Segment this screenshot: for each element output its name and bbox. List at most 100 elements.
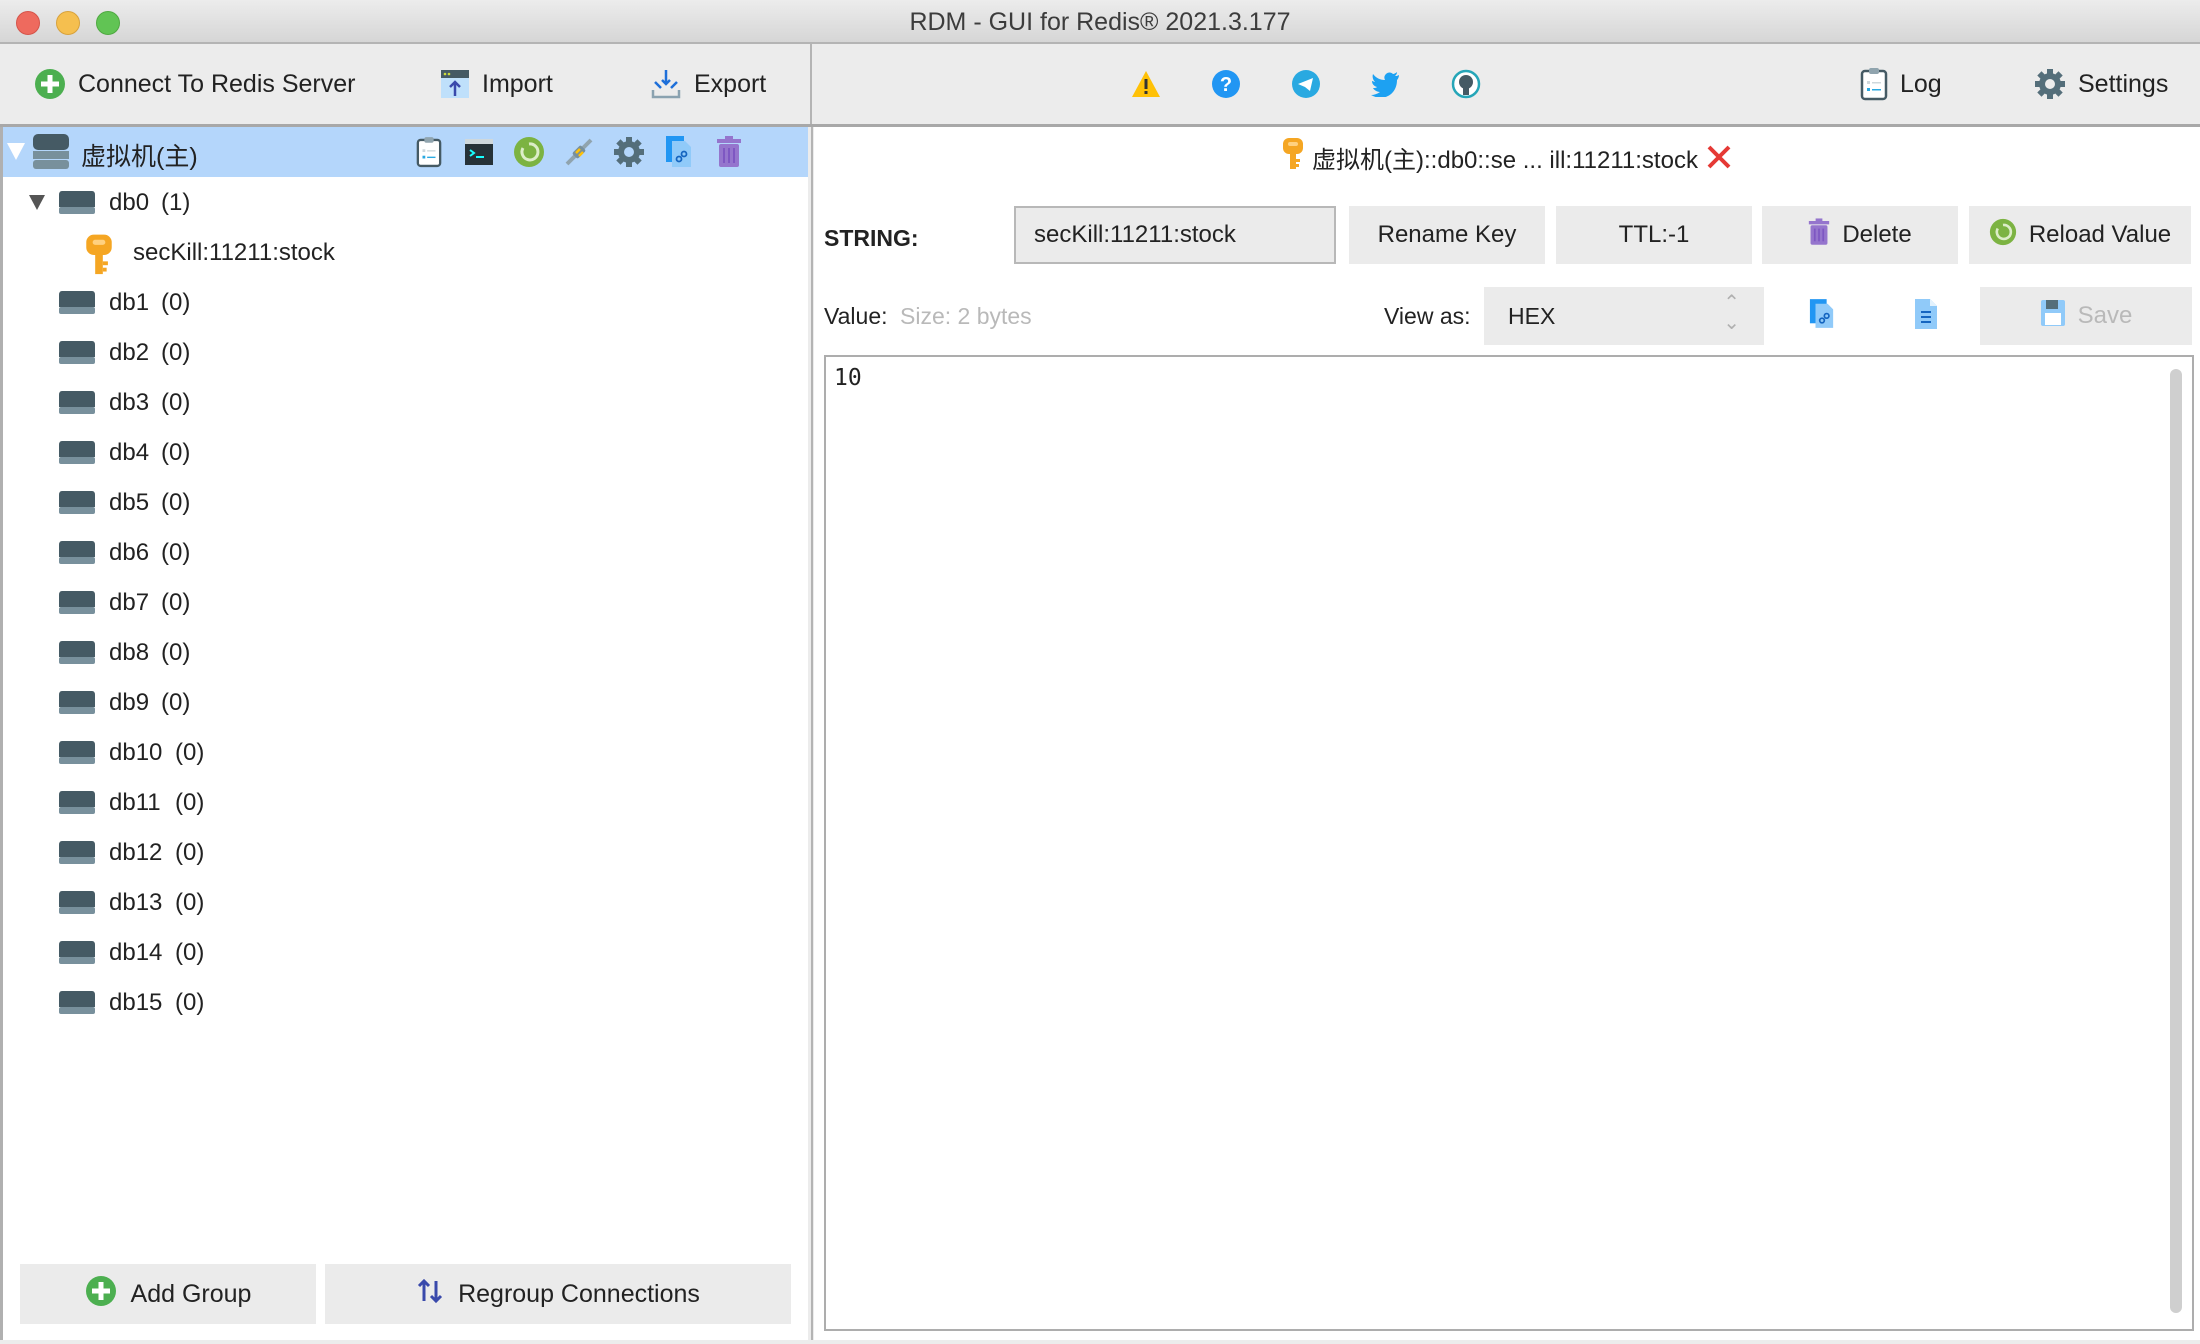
database-row-db3[interactable]: db3 (0) [3,381,803,425]
database-key-count: (0) [161,489,191,516]
database-label: db1 [109,289,150,316]
connection-row[interactable]: 虚拟机(主) [3,127,808,177]
database-key-count: (0) [161,339,191,366]
github-icon[interactable] [1450,68,1482,100]
database-label: db7 [109,589,150,616]
database-icon [57,589,97,624]
database-icon [57,389,97,424]
database-label: db3 [109,389,150,416]
database-label: db14 [109,939,163,966]
import-button[interactable]: Import [440,44,553,124]
view-as-select[interactable]: HEX ⌃ ⌄ [1484,287,1764,345]
database-icon [57,989,97,1024]
database-icon [57,539,97,574]
database-row-db9[interactable]: db9 (0) [3,681,803,725]
delete-key-button[interactable]: Delete [1762,206,1958,264]
console-icon[interactable] [461,132,497,172]
database-icon [57,189,97,224]
database-row-db10[interactable]: db10 (0) [3,731,803,775]
save-button[interactable]: Save [1980,287,2192,345]
copy-icon [1809,297,1835,336]
database-label: db15 [109,989,163,1016]
database-row-db14[interactable]: db14 (0) [3,931,803,975]
export-icon [650,68,682,100]
log-clipboard-icon [1860,67,1888,101]
save-disk-icon [2040,299,2066,334]
server-icon [31,132,71,177]
database-key-count: (1) [161,189,191,216]
ttl-button[interactable]: TTL:-1 [1556,206,1752,264]
value-editor[interactable]: 10 [824,355,2194,1331]
connections-tree-panel: 虚拟机(主) db0 (1) secKill:11211:stock db1 (… [0,127,808,1340]
database-key-count: (0) [175,789,205,816]
database-row-db2[interactable]: db2 (0) [3,331,803,375]
database-row-db1[interactable]: db1 (0) [3,281,803,325]
database-row-db7[interactable]: db7 (0) [3,581,803,625]
delete-connection-icon[interactable] [711,132,747,172]
database-row-db0[interactable]: db0 (1) [3,181,803,225]
key-row[interactable]: secKill:11211:stock [3,231,803,275]
telegram-icon[interactable] [1290,68,1322,100]
database-label: db12 [109,839,163,866]
log-button[interactable]: Log [1860,44,1942,124]
database-row-db8[interactable]: db8 (0) [3,631,803,675]
connection-name: 虚拟机(主) [81,143,198,171]
expand-arrow-icon[interactable] [29,195,45,210]
database-icon [57,839,97,874]
twitter-icon[interactable] [1370,68,1402,100]
save-label: Save [2077,302,2133,329]
ttl-label: TTL:-1 [1618,221,1690,248]
settings-button[interactable]: Settings [2034,44,2168,124]
database-icon [57,939,97,974]
main-toolbar: Connect To Redis Server Import Export ? … [0,44,2200,127]
warning-icon[interactable] [1130,68,1162,100]
copy-value-button[interactable] [1798,291,1846,341]
database-label: db2 [109,339,150,366]
database-row-db5[interactable]: db5 (0) [3,481,803,525]
key-tab[interactable]: 虚拟机(主)::db0::se ... ill:11211:stock [814,127,2200,187]
format-value-button[interactable] [1902,291,1950,341]
import-icon [440,68,470,100]
settings-label: Settings [2078,69,2169,98]
value-text[interactable]: 10 [834,365,862,391]
database-row-db4[interactable]: db4 (0) [3,431,803,475]
key-tab-title: 虚拟机(主)::db0::se ... ill:11211:stock [1312,146,1698,174]
database-row-db13[interactable]: db13 (0) [3,881,803,925]
database-row-db12[interactable]: db12 (0) [3,831,803,875]
add-group-button[interactable]: Add Group [20,1264,316,1324]
connect-to-redis-server-button[interactable]: Connect To Redis Server [34,44,355,124]
database-label: db0 [109,189,150,216]
database-icon [57,789,97,824]
window-title: RDM - GUI for Redis® 2021.3.177 [909,8,1291,36]
duplicate-icon[interactable] [661,132,697,172]
database-label: db5 [109,489,150,516]
database-key-count: (0) [161,639,191,666]
help-icon[interactable]: ? [1210,68,1242,100]
value-label: Value: [824,303,888,329]
reload-value-button[interactable]: Reload Value [1969,206,2191,264]
database-key-count: (0) [161,389,191,416]
updown-chevron-icon: ⌃ ⌄ [1723,292,1740,334]
database-row-db6[interactable]: db6 (0) [3,531,803,575]
key-type-label: STRING: [824,225,919,251]
database-row-db11[interactable]: db11 (0) [3,781,803,825]
database-label: db9 [109,689,150,716]
export-button[interactable]: Export [650,44,766,124]
database-label: db8 [109,639,150,666]
rename-key-button[interactable]: Rename Key [1349,206,1545,264]
disconnect-icon[interactable] [561,132,597,172]
database-key-count: (0) [175,739,205,766]
database-row-db15[interactable]: db15 (0) [3,981,803,1025]
close-tab-icon[interactable] [1706,144,1732,170]
editor-scrollbar[interactable] [2170,369,2182,1313]
reload-icon[interactable] [511,132,547,172]
delete-label: Delete [1842,221,1912,248]
database-label: db6 [109,539,150,566]
key-name-input[interactable] [1014,206,1336,264]
collapse-arrow-icon[interactable] [7,143,25,160]
regroup-connections-button[interactable]: Regroup Connections [325,1264,791,1324]
connection-settings-icon[interactable] [611,132,647,172]
view-as-value: HEX [1508,303,1556,329]
add-circle-icon [34,68,66,100]
server-info-icon[interactable] [411,132,447,172]
